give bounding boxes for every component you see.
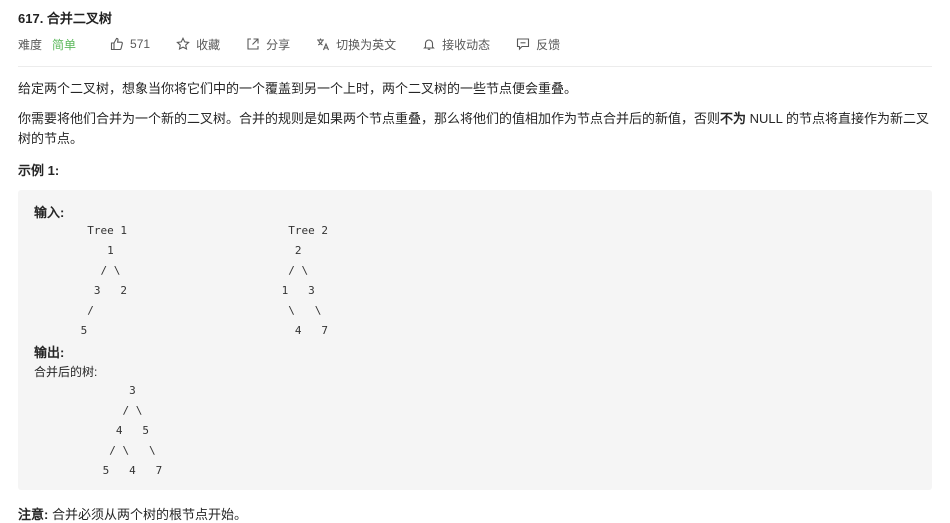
like-count: 571 — [130, 37, 151, 51]
favorite-label: 收藏 — [196, 37, 221, 52]
translate-icon — [316, 37, 330, 51]
note-label: 注意: — [18, 507, 49, 522]
translate-button[interactable]: 切换为英文 — [316, 36, 396, 53]
description-paragraph-2: 你需要将他们合并为一个新的二叉树。合并的规则是如果两个节点重叠，那么将他们的值相… — [18, 109, 932, 149]
subscribe-button[interactable]: 接收动态 — [422, 36, 490, 53]
bell-icon — [422, 37, 436, 51]
input-tree-2: Tree 2 2 / \ 1 3 \ \ 4 7 — [281, 224, 328, 337]
description-paragraph-1: 给定两个二叉树，想象当你将它们中的一个覆盖到另一个上时，两个二叉树的一些节点便会… — [18, 81, 578, 96]
feedback-label: 反馈 — [536, 37, 561, 52]
translate-label: 切换为英文 — [336, 37, 397, 52]
description-emphasis: 不为 — [720, 111, 747, 126]
share-button[interactable]: 分享 — [246, 36, 290, 53]
merged-tree: 3 / \ 4 5 / \ \ 5 4 7 — [102, 384, 163, 477]
difficulty-label: 难度 — [18, 37, 43, 52]
feedback-button[interactable]: 反馈 — [516, 36, 560, 53]
favorite-button[interactable]: 收藏 — [176, 36, 220, 53]
example-title: 示例 1: — [18, 163, 60, 178]
note: 注意: 合并必须从两个树的根节点开始。 — [18, 504, 247, 523]
problem-title: 617. 合并二叉树 — [18, 11, 112, 26]
note-text: 合并必须从两个树的根节点开始。 — [48, 507, 247, 522]
share-icon — [246, 37, 260, 51]
feedback-icon — [516, 37, 530, 51]
thumbs-up-icon — [110, 37, 124, 51]
input-label: 输入: — [34, 205, 65, 220]
input-tree-1: Tree 1 1 / \ 3 2 / 5 — [80, 224, 127, 337]
difficulty-badge: 简单 — [52, 37, 77, 52]
subscribe-label: 接收动态 — [442, 37, 491, 52]
share-label: 分享 — [266, 37, 291, 52]
star-icon — [176, 37, 190, 51]
problem-meta-bar: 难度 简单 571 收藏 分享 切换为英文 接收动态 反馈 — [18, 36, 586, 52]
like-button[interactable]: 571 — [110, 37, 150, 51]
output-label: 输出: — [34, 345, 65, 360]
header-divider — [18, 66, 932, 67]
description-text: 你需要将他们合并为一个新的二叉树。合并的规则是如果两个节点重叠，那么将他们的值相… — [18, 111, 721, 126]
merged-tree-label: 合并后的树: — [34, 365, 98, 379]
example-block: 输入: Tree 1 1 / \ 3 2 / 5 Tree 2 2 / \ 1 … — [18, 190, 932, 490]
